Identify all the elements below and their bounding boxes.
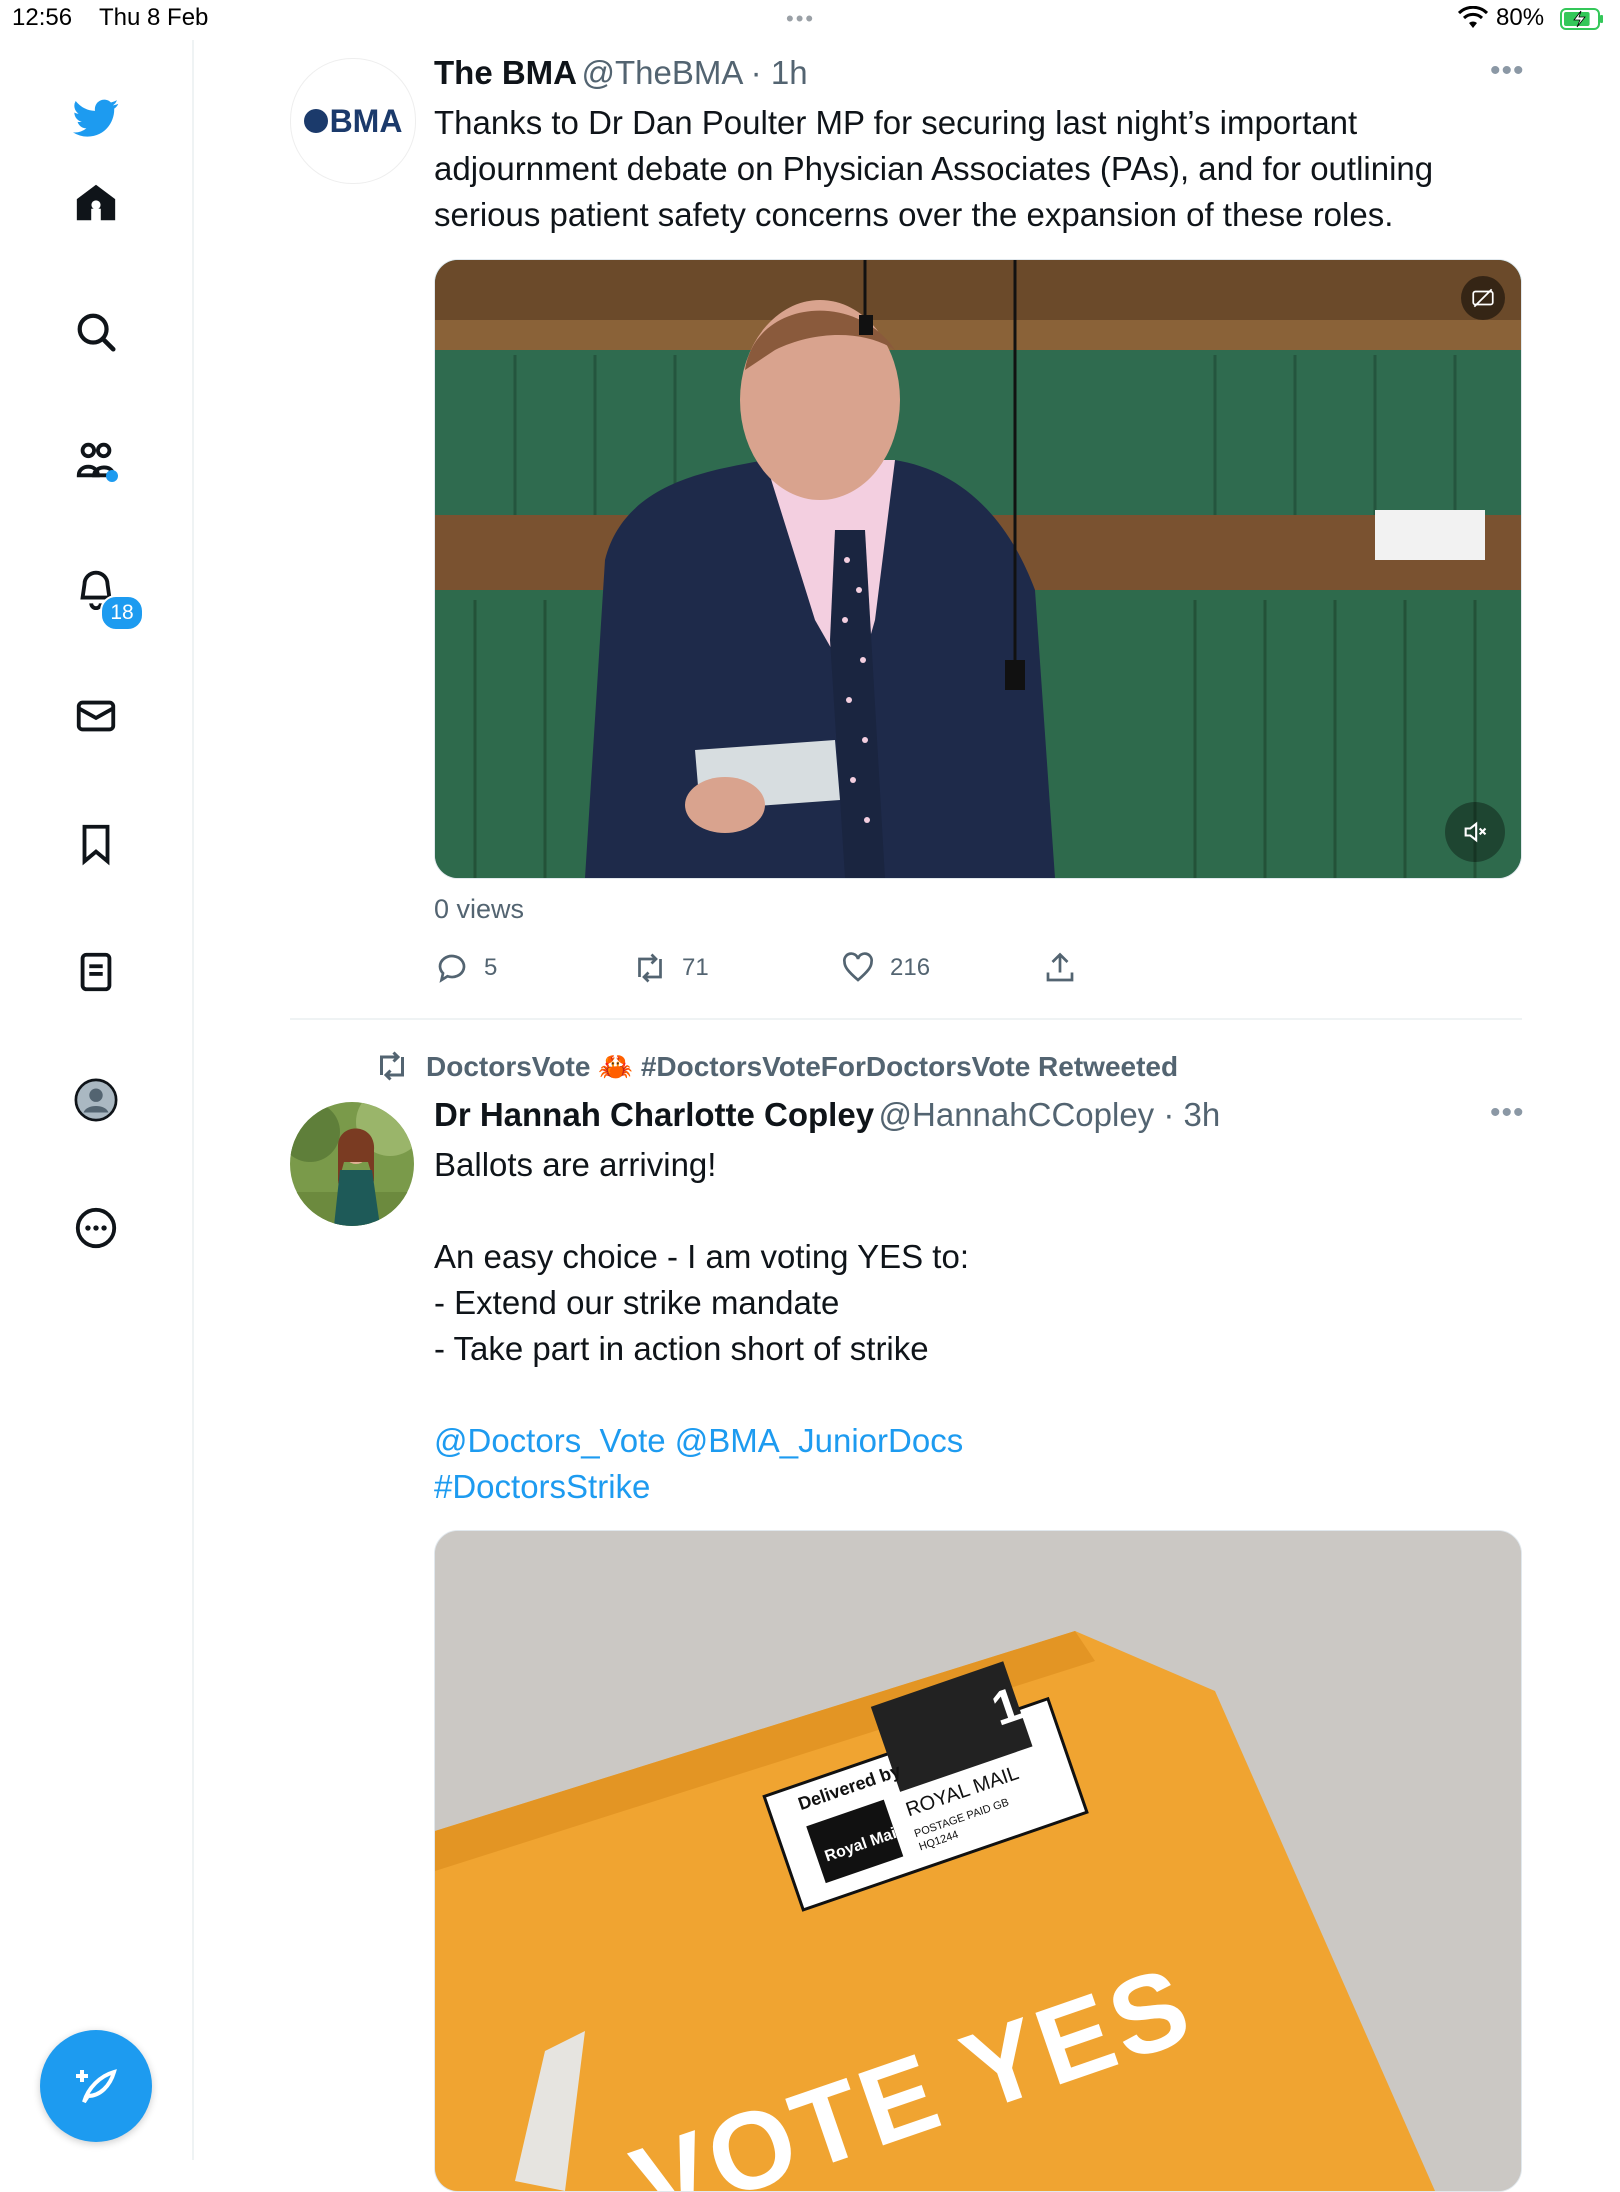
sidebar: 18: [0, 40, 194, 2160]
twitter-bird-icon[interactable]: [66, 88, 126, 148]
more-circle-icon[interactable]: [66, 1198, 126, 1258]
battery-percent: 80%: [1496, 4, 1545, 31]
more-options-icon[interactable]: •••: [1490, 54, 1525, 88]
author-handle[interactable]: @HannahCCopley: [879, 1096, 1155, 1133]
tweet-line: - Extend our strike mandate: [434, 1284, 840, 1321]
communities-dot-badge: [106, 470, 118, 482]
tweet-bma[interactable]: BMA The BMA @TheBMA · 1h ••• Thanks to D…: [290, 54, 1525, 1014]
wifi-icon: [1458, 6, 1488, 28]
tweet-header: Dr Hannah Charlotte Copley @HannahCCople…: [434, 1096, 1221, 1133]
notification-count-badge: 18: [100, 595, 144, 631]
share-icon: [1046, 952, 1074, 982]
retweet-icon: [638, 953, 662, 983]
search-icon[interactable]: [66, 302, 126, 362]
tweet-time[interactable]: 1h: [771, 54, 808, 91]
reply-count: 5: [484, 954, 498, 981]
tweet-line: An easy choice - I am voting YES to:: [434, 1238, 969, 1275]
reply-icon: [438, 954, 466, 983]
author-name[interactable]: The BMA: [434, 54, 577, 91]
heart-icon: [843, 952, 873, 982]
tweet-image[interactable]: Delivered by Royal Mail ROYAL MAIL POSTA…: [434, 1530, 1522, 2192]
retweet-context: DoctorsVote 🦀 #DoctorsVoteForDoctorsVote…: [374, 1048, 1178, 1084]
tweet-video[interactable]: [434, 259, 1522, 879]
avatar[interactable]: BMA: [290, 58, 416, 184]
like-count: 216: [890, 954, 931, 981]
tweet-text: Thanks to Dr Dan Poulter MP for securing…: [434, 104, 1434, 233]
tweet-line: - Take part in action short of strike: [434, 1330, 929, 1367]
avatar-text: BMA: [329, 102, 403, 139]
bookmark-icon[interactable]: [66, 814, 126, 874]
tweet-line: Ballots are arriving!: [434, 1146, 717, 1183]
retweet-count: 71: [682, 954, 709, 981]
tweet-mentions[interactable]: @Doctors_Vote @BMA_JuniorDocs: [434, 1418, 1494, 1464]
ballot-envelope-image: Delivered by Royal Mail ROYAL MAIL POSTA…: [435, 1531, 1521, 2191]
mail-icon[interactable]: [66, 686, 126, 746]
view-count: 0 views: [434, 894, 525, 924]
retweeted-by[interactable]: DoctorsVote 🦀 #DoctorsVoteForDoctorsVote…: [426, 1050, 1178, 1083]
status-bar: 12:56 Thu 8 Feb ••• 80%: [0, 0, 1620, 40]
author-handle[interactable]: @TheBMA: [581, 54, 741, 91]
tweet-text: Ballots are arriving! An easy choice - I…: [434, 1142, 1494, 1510]
mute-icon[interactable]: [1445, 802, 1505, 862]
compose-button[interactable]: [40, 2030, 152, 2142]
avatar[interactable]: [290, 1102, 414, 1226]
home-icon[interactable]: [66, 173, 126, 233]
list-icon[interactable]: [66, 942, 126, 1002]
captions-off-icon[interactable]: [1461, 276, 1505, 320]
retweet-indicator-icon: [380, 1051, 404, 1081]
multitasking-dots-icon[interactable]: •••: [786, 6, 815, 32]
tweet-divider: [290, 1018, 1522, 1020]
avatar-photo: [290, 1102, 414, 1226]
share-button[interactable]: [1042, 950, 1078, 986]
communities-icon[interactable]: [66, 430, 126, 490]
status-time: 12:56: [12, 4, 73, 31]
reply-button[interactable]: 5: [434, 950, 497, 986]
status-date: Thu 8 Feb: [99, 4, 209, 31]
video-frame: [435, 260, 1521, 878]
profile-icon[interactable]: [66, 1070, 126, 1130]
tweet-time[interactable]: 3h: [1184, 1096, 1221, 1133]
more-options-icon[interactable]: •••: [1490, 1096, 1525, 1130]
author-name[interactable]: Dr Hannah Charlotte Copley: [434, 1096, 874, 1133]
tweet-hashtag[interactable]: #DoctorsStrike: [434, 1464, 1494, 1510]
compose-icon: [76, 2069, 117, 2104]
like-button[interactable]: 216: [840, 950, 930, 986]
retweet-button[interactable]: 71: [632, 950, 709, 986]
tweet-header: The BMA @TheBMA · 1h: [434, 54, 808, 91]
battery-charging-icon: [1560, 8, 1603, 30]
tweet-copley[interactable]: DoctorsVote 🦀 #DoctorsVoteForDoctorsVote…: [290, 1040, 1525, 2192]
bma-crest-icon: [303, 109, 328, 133]
